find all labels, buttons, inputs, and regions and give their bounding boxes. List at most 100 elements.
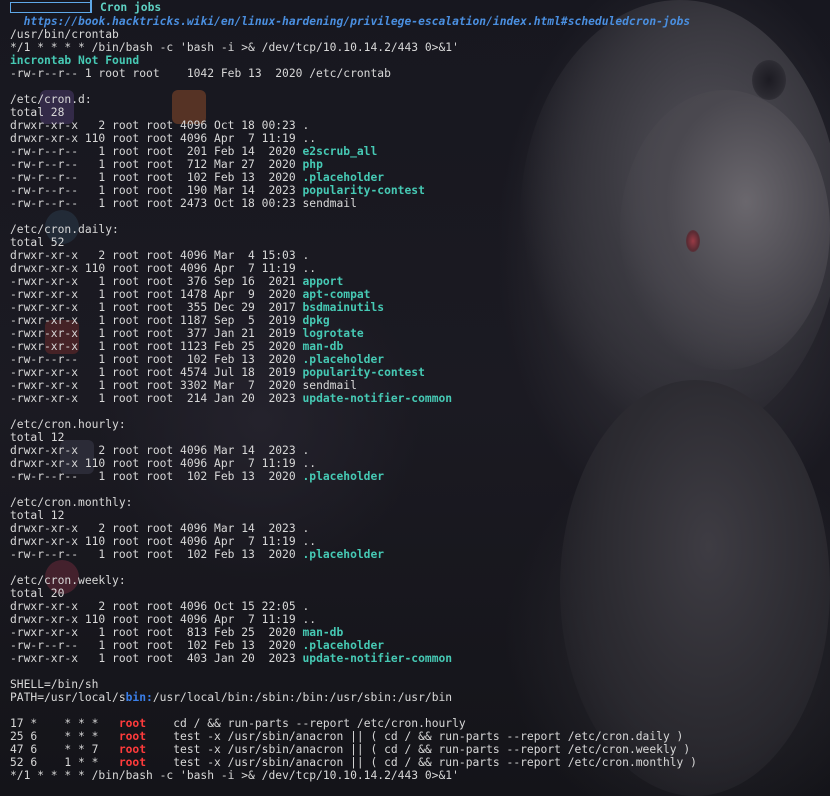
file-entry: drwxr-xr-x 2 root root 4096 Mar 4 15:03 … [10, 249, 825, 262]
file-meta: -rw-r--r-- 1 root root 102 Feb 13 2020 [10, 639, 303, 652]
file-name: . [302, 522, 310, 535]
path-prefix: PATH=/usr/local/s [10, 691, 126, 704]
job-user: root [118, 756, 147, 769]
file-name: .placeholder [302, 548, 385, 561]
crontab-jobs: 17 * * * * root cd / && run-parts --repo… [10, 717, 825, 769]
file-name: php [302, 158, 323, 171]
file-entry: -rw-r--r-- 1 root root 102 Feb 13 2020 .… [10, 470, 825, 483]
crontab-job: 52 6 1 * * root test -x /usr/sbin/anacro… [10, 756, 825, 769]
file-entry: -rwxr-xr-x 1 root root 1478 Apr 9 2020 a… [10, 288, 825, 301]
file-entry: -rw-r--r-- 1 root root 712 Mar 27 2020 p… [10, 158, 825, 171]
job-user: root [118, 717, 147, 730]
job-user: root [118, 743, 147, 756]
file-entry: -rwxr-xr-x 1 root root 214 Jan 20 2023 u… [10, 392, 825, 405]
file-entry: drwxr-xr-x 110 root root 4096 Apr 7 11:1… [10, 262, 825, 275]
dir-total: total 12 [10, 431, 65, 444]
file-meta: -rwxr-xr-x 1 root root 1123 Feb 25 2020 [10, 340, 303, 353]
crontab-job: 25 6 * * * root test -x /usr/sbin/anacro… [10, 730, 825, 743]
file-name: .. [302, 535, 317, 548]
file-name: e2scrub_all [302, 145, 378, 158]
file-name: .. [302, 613, 317, 626]
file-name: .placeholder [302, 470, 385, 483]
file-name: apt-compat [302, 288, 371, 301]
etc-crontab-listing: -rw-r--r-- 1 root root 1042 Feb 13 2020 … [10, 67, 391, 80]
file-entry: drwxr-xr-x 2 root root 4096 Mar 14 2023 … [10, 522, 825, 535]
file-meta: -rwxr-xr-x 1 root root 4574 Jul 18 2019 [10, 366, 303, 379]
file-meta: drwxr-xr-x 2 root root 4096 Oct 18 00:23 [10, 119, 303, 132]
crontab-binary: /usr/bin/crontab [10, 28, 119, 41]
file-name: update-notifier-common [302, 652, 453, 665]
file-entry: drwxr-xr-x 110 root root 4096 Apr 7 11:1… [10, 132, 825, 145]
file-entry: -rwxr-xr-x 1 root root 813 Feb 25 2020 m… [10, 626, 825, 639]
env-shell: SHELL=/bin/sh [10, 678, 99, 691]
file-entry: -rwxr-xr-x 1 root root 1123 Feb 25 2020 … [10, 340, 825, 353]
file-meta: -rw-r--r-- 1 root root 190 Mar 14 2023 [10, 184, 303, 197]
hacktricks-link[interactable]: https://book.hacktricks.wiki/en/linux-ha… [24, 15, 691, 28]
file-entry: -rw-r--r-- 1 root root 201 Feb 14 2020 e… [10, 145, 825, 158]
file-meta: drwxr-xr-x 110 root root 4096 Apr 7 11:1… [10, 262, 303, 275]
file-entry: drwxr-xr-x 110 root root 4096 Apr 7 11:1… [10, 613, 825, 626]
file-name: . [302, 249, 310, 262]
file-entry: drwxr-xr-x 110 root root 4096 Apr 7 11:1… [10, 535, 825, 548]
file-name: .placeholder [302, 353, 385, 366]
job-schedule: 47 6 * * 7 [10, 743, 119, 756]
file-name: logrotate [302, 327, 364, 340]
file-entry: -rwxr-xr-x 1 root root 355 Dec 29 2017 b… [10, 301, 825, 314]
dir-total: total 12 [10, 509, 65, 522]
file-name: apport [302, 275, 344, 288]
file-name: sendmail [302, 379, 357, 392]
file-entry: -rwxr-xr-x 1 root root 1187 Sep 5 2019 d… [10, 314, 825, 327]
file-name: popularity-contest [302, 366, 425, 379]
job-command: test -x /usr/sbin/anacron || ( cd / && r… [146, 743, 691, 756]
file-meta: -rw-r--r-- 1 root root 201 Feb 14 2020 [10, 145, 303, 158]
file-meta: -rw-r--r-- 1 root root 102 Feb 13 2020 [10, 353, 303, 366]
file-name: popularity-contest [302, 184, 425, 197]
file-entry: -rw-r--r-- 1 root root 102 Feb 13 2020 .… [10, 548, 825, 561]
file-entry: -rw-r--r-- 1 root root 2473 Oct 18 00:23… [10, 197, 825, 210]
header-bar-decoration [90, 0, 92, 13]
file-meta: drwxr-xr-x 110 root root 4096 Apr 7 11:1… [10, 132, 303, 145]
file-name: man-db [302, 626, 344, 639]
file-entry: drwxr-xr-x 2 root root 4096 Mar 14 2023 … [10, 444, 825, 457]
section-header: Cron jobs [10, 0, 825, 15]
dir-total: total 28 [10, 106, 65, 119]
file-entry: -rwxr-xr-x 1 root root 377 Jan 21 2019 l… [10, 327, 825, 340]
file-entry: -rwxr-xr-x 1 root root 376 Sep 16 2021 a… [10, 275, 825, 288]
file-meta: -rwxr-xr-x 1 root root 1478 Apr 9 2020 [10, 288, 303, 301]
file-name: . [302, 444, 310, 457]
job-command: test -x /usr/sbin/anacron || ( cd / && r… [146, 730, 684, 743]
job-user: root [118, 730, 147, 743]
dir-total: total 20 [10, 587, 65, 600]
file-name: . [302, 119, 310, 132]
file-entry: -rwxr-xr-x 1 root root 3302 Mar 7 2020 s… [10, 379, 825, 392]
section-title: Cron jobs [100, 1, 162, 14]
file-entry: -rw-r--r-- 1 root root 102 Feb 13 2020 .… [10, 171, 825, 184]
file-meta: drwxr-xr-x 2 root root 4096 Mar 4 15:03 [10, 249, 303, 262]
user-cron-entry: */1 * * * * /bin/bash -c 'bash -i >& /de… [10, 41, 459, 54]
file-meta: drwxr-xr-x 2 root root 4096 Mar 14 2023 [10, 522, 303, 535]
file-meta: -rwxr-xr-x 1 root root 1187 Sep 5 2019 [10, 314, 303, 327]
file-meta: -rwxr-xr-x 1 root root 403 Jan 20 2023 [10, 652, 303, 665]
file-name: dpkg [302, 314, 330, 327]
file-meta: drwxr-xr-x 110 root root 4096 Apr 7 11:1… [10, 535, 303, 548]
path-highlight: bin: [125, 691, 153, 704]
file-entry: -rw-r--r-- 1 root root 190 Mar 14 2023 p… [10, 184, 825, 197]
file-meta: -rw-r--r-- 1 root root 102 Feb 13 2020 [10, 171, 303, 184]
file-meta: -rwxr-xr-x 1 root root 3302 Mar 7 2020 [10, 379, 303, 392]
file-meta: -rwxr-xr-x 1 root root 376 Sep 16 2021 [10, 275, 303, 288]
job-schedule: 25 6 * * * [10, 730, 119, 743]
file-name: . [302, 600, 310, 613]
file-entry: -rwxr-xr-x 1 root root 4574 Jul 18 2019 … [10, 366, 825, 379]
file-entry: drwxr-xr-x 2 root root 4096 Oct 15 22:05… [10, 600, 825, 613]
file-name: .. [302, 457, 317, 470]
file-meta: -rw-r--r-- 1 root root 712 Mar 27 2020 [10, 158, 303, 171]
job-schedule: 52 6 1 * * [10, 756, 119, 769]
file-name: .placeholder [302, 171, 385, 184]
file-meta: -rw-r--r-- 1 root root 102 Feb 13 2020 [10, 548, 303, 561]
file-meta: -rwxr-xr-x 1 root root 355 Dec 29 2017 [10, 301, 303, 314]
file-entry: drwxr-xr-x 110 root root 4096 Apr 7 11:1… [10, 457, 825, 470]
section-link-line: https://book.hacktricks.wiki/en/linux-ha… [10, 15, 825, 28]
